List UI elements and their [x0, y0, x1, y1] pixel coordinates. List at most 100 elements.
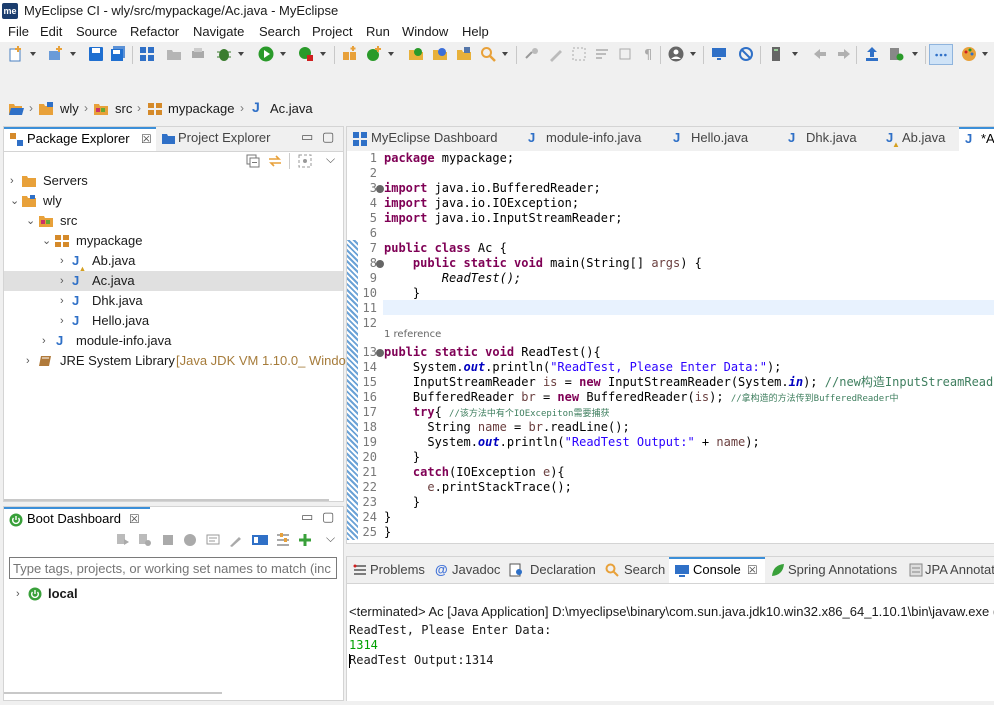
run-icon[interactable] [258, 46, 274, 62]
tree-item-ab-java[interactable]: › J ▲ Ab.java [4, 251, 343, 274]
tab-myeclipse-dashboard[interactable]: MyEclipse Dashboard [347, 127, 514, 151]
tab-project-explorer[interactable]: Project Explorer [156, 127, 274, 151]
menu-project[interactable]: Project [312, 24, 352, 39]
chevron-down-icon[interactable] [320, 52, 326, 56]
chevron-right-icon[interactable]: › [60, 251, 64, 271]
breadcrumb-item-current[interactable]: Ac.java [270, 101, 313, 116]
horizontal-scrollbar[interactable] [4, 692, 222, 694]
minimize-icon[interactable]: ▭ [301, 509, 313, 525]
show-whitespace-icon[interactable]: ¶ [640, 46, 656, 62]
new-java-project-icon[interactable] [342, 46, 358, 62]
toggle-mark-occurrences-icon[interactable] [524, 46, 540, 62]
tab-problems[interactable]: Problems [347, 557, 429, 583]
filter-icon[interactable] [276, 533, 290, 547]
block-select-icon[interactable] [617, 46, 633, 62]
chevron-right-icon[interactable]: › [16, 584, 20, 604]
new-file-icon[interactable] [8, 46, 24, 62]
start-icon[interactable] [116, 533, 130, 547]
menu-help[interactable]: Help [462, 24, 489, 39]
chevron-right-icon[interactable]: › [42, 331, 46, 351]
open-console-icon[interactable] [206, 533, 220, 547]
horizontal-scrollbar[interactable] [4, 499, 329, 501]
menu-edit[interactable]: Edit [40, 24, 62, 39]
chevron-down-icon[interactable]: ⌄ [10, 191, 19, 211]
monitor-icon[interactable] [711, 46, 727, 62]
chevron-down-icon[interactable] [280, 52, 286, 56]
chevron-down-icon[interactable]: ⌄ [26, 211, 35, 231]
tree-item-module-info[interactable]: › J module-info.java [4, 331, 343, 351]
menu-refactor[interactable]: Refactor [130, 24, 179, 39]
chevron-down-icon[interactable]: ⌄ [42, 231, 51, 251]
tree-item-local[interactable]: › local [4, 584, 343, 604]
close-icon[interactable]: ☒ [747, 559, 758, 581]
chevron-down-icon[interactable] [912, 52, 918, 56]
debug-start-icon[interactable] [138, 533, 152, 547]
tree-item-dhk-java[interactable]: › J Dhk.java [4, 291, 343, 311]
breadcrumb-item[interactable]: mypackage [168, 101, 234, 116]
palette-icon[interactable] [961, 46, 977, 62]
tree-item-mypackage[interactable]: ⌄ mypackage [4, 231, 343, 251]
open-resource-icon[interactable] [432, 46, 448, 62]
tab-console[interactable]: Console ☒ [669, 557, 765, 583]
tab-ac-java[interactable]: J *A [959, 127, 994, 151]
minimize-icon[interactable]: ▭ [301, 129, 313, 145]
tab-module-info[interactable]: J module-info.java [514, 127, 657, 151]
fold-toggle-icon[interactable] [376, 349, 384, 357]
tree-item-servers[interactable]: › Servers [4, 171, 343, 191]
perspective-icon[interactable] [139, 46, 155, 62]
pencil-icon[interactable] [548, 46, 564, 62]
tab-hello-java[interactable]: J Hello.java [657, 127, 774, 151]
tab-ab-java[interactable]: J ▲ Ab.java [876, 127, 959, 151]
menu-search[interactable]: Search [259, 24, 300, 39]
tab-dhk-java[interactable]: J Dhk.java [774, 127, 876, 151]
chevron-down-icon[interactable] [388, 52, 394, 56]
configure-icon[interactable] [252, 533, 268, 547]
tab-boot-dashboard[interactable]: Boot Dashboard ☒ [4, 507, 150, 531]
menu-run[interactable]: Run [366, 24, 390, 39]
disconnect-icon[interactable] [738, 46, 754, 62]
chevron-down-icon[interactable] [30, 52, 36, 56]
tree-item-jre-library[interactable]: › JRE System Library [Java JDK VM 1.10.0… [4, 351, 355, 371]
select-area-icon[interactable] [571, 46, 587, 62]
console-output[interactable]: <terminated> Ac [Java Application] D:\my… [347, 604, 994, 701]
save-all-icon[interactable] [110, 46, 126, 62]
new-class-icon[interactable] [366, 46, 382, 62]
print-icon[interactable] [190, 46, 206, 62]
manage-deployments-icon[interactable] [888, 46, 904, 62]
tab-jpa-annotations[interactable]: JPA Annotat [905, 557, 994, 583]
server-icon[interactable] [768, 46, 784, 62]
tree-item-ac-java[interactable]: › J Ac.java [4, 271, 343, 291]
chevron-down-icon[interactable] [982, 52, 988, 56]
add-icon[interactable] [298, 533, 312, 547]
forward-icon[interactable] [836, 46, 852, 62]
debug-icon[interactable] [216, 46, 232, 62]
maximize-icon[interactable]: ▢ [322, 509, 334, 525]
tab-package-explorer[interactable]: Package Explorer ☒ [4, 127, 156, 151]
code-lens-references[interactable]: 1 reference [384, 329, 441, 340]
open-browser-icon[interactable] [183, 533, 197, 547]
chevron-right-icon[interactable]: › [10, 171, 14, 191]
fold-toggle-icon[interactable] [376, 185, 384, 193]
new-project-icon[interactable] [48, 46, 64, 62]
view-menu-chevron-icon[interactable]: ⌵ [326, 152, 335, 167]
focus-icon[interactable] [298, 154, 312, 168]
tab-javadoc[interactable]: @ Javadoc [429, 557, 503, 583]
maximize-icon[interactable]: ▢ [322, 129, 334, 145]
tab-search[interactable]: Search [599, 557, 669, 583]
stop-icon[interactable] [161, 533, 175, 547]
deploy-icon[interactable] [864, 46, 880, 62]
chevron-right-icon[interactable]: › [60, 291, 64, 311]
breadcrumb-item[interactable]: wly [60, 101, 79, 116]
search-icon[interactable] [480, 46, 496, 62]
edit-icon[interactable] [229, 533, 243, 547]
tab-spring-annotations[interactable]: Spring Annotations [765, 557, 905, 583]
word-wrap-icon[interactable] [594, 46, 610, 62]
close-icon[interactable]: ☒ [141, 129, 152, 149]
more-options-button[interactable] [929, 44, 953, 65]
close-icon[interactable]: ☒ [129, 509, 140, 529]
menu-window[interactable]: Window [402, 24, 448, 39]
view-menu-chevron-icon[interactable]: ⌵ [326, 531, 335, 546]
menu-file[interactable]: File [8, 24, 29, 39]
tree-item-src[interactable]: ⌄ src [4, 211, 343, 231]
open-folder-icon[interactable] [166, 46, 182, 62]
